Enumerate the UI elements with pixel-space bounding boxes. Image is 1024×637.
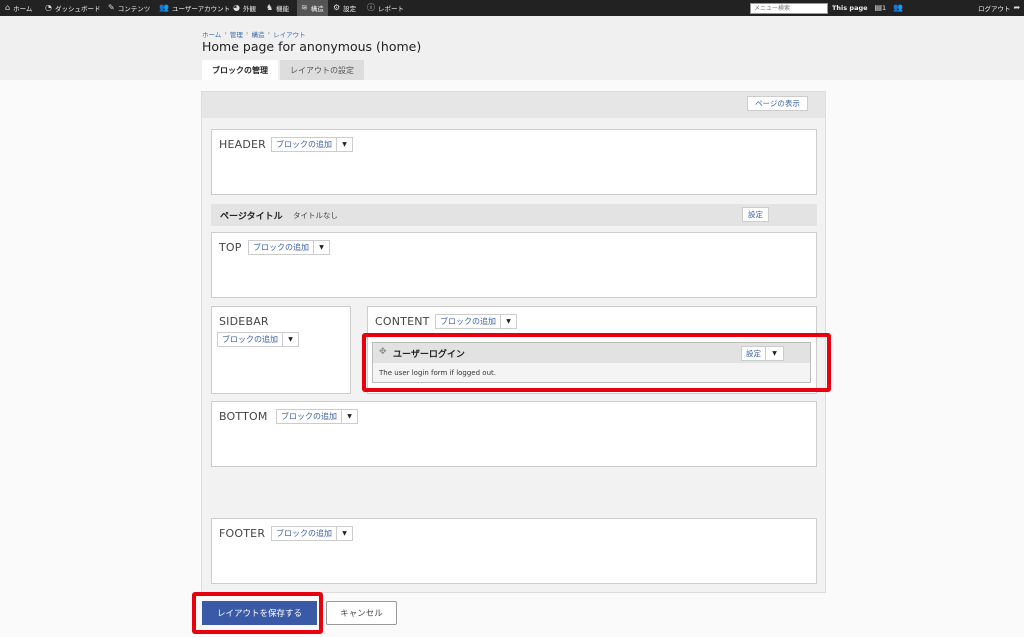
page-title-bar: ページタイトル タイトルなし 設定 [211,204,817,226]
toolbar-user-count[interactable]: 1 👥 [882,0,903,16]
content-add-block-dropdown[interactable]: ブロックの追加 ▼ [435,314,517,329]
page-title: Home page for anonymous (home) [202,39,422,54]
add-block-label: ブロックの追加 [276,529,332,538]
puzzle-icon: ♞ [266,3,274,12]
header-add-block-dropdown[interactable]: ブロックの追加 ▼ [271,137,353,152]
chevron-down-icon[interactable]: ▼ [282,333,298,346]
toolbar-config[interactable]: ⚙ 設定 [333,0,356,16]
toolbar-appearance[interactable]: ◕ 外観 [233,0,256,16]
toolbar-users-label: ユーザーアカウント [171,5,231,13]
region-bottom-title: BOTTOM [219,410,268,423]
toolbar-config-label: 設定 [343,5,357,13]
toolbar-home[interactable]: ⌂ ホーム [5,0,32,16]
toolbar-logout[interactable]: ログアウト ➦ [978,0,1020,16]
this-page-label: This page [832,4,868,12]
region-header: HEADER ブロックの追加 ▼ [211,129,817,195]
layers-icon: ≋ [301,3,308,12]
tab-layout-settings[interactable]: レイアウトの設定 [280,60,364,80]
logout-label: ログアウト [978,5,1011,13]
cancel-button[interactable]: キャンセル [326,601,397,625]
toolbar-extend[interactable]: ♞ 機能 [266,0,289,16]
toolbar-this-page[interactable]: This page ▤ [832,0,882,16]
toolbar-home-label: ホーム [13,5,33,13]
logout-icon: ➦ [1013,3,1021,12]
region-top: TOP ブロックの追加 ▼ [211,232,817,298]
region-header-title: HEADER [219,138,267,151]
toolbar-dashboard[interactable]: ◔ ダッシュボード [45,0,100,16]
add-block-label: ブロックの追加 [253,243,309,252]
toolbar-structure[interactable]: ≋ 構造 [297,0,328,16]
highlight-frame-block [362,333,831,392]
toolbar-structure-label: 構造 [310,5,324,13]
pencil-icon: ✎ [108,3,115,12]
region-content-title: CONTENT [375,315,430,328]
chevron-down-icon[interactable]: ▼ [313,241,329,254]
toolbar-content[interactable]: ✎ コンテンツ [108,0,150,16]
breadcrumb-separator: › [267,29,271,37]
breadcrumb-separator: › [224,29,227,37]
region-bottom: BOTTOM ブロックの追加 ▼ [211,401,817,467]
toolbar-users[interactable]: 👥 ユーザーアカウント [159,0,230,16]
top-add-block-dropdown[interactable]: ブロックの追加 ▼ [248,240,330,255]
add-block-label: ブロックの追加 [281,412,337,421]
document-icon: ▤ [874,3,883,12]
sidebar-add-block-dropdown[interactable]: ブロックの追加 ▼ [217,332,299,347]
home-icon: ⌂ [5,3,11,12]
dashboard-icon: ◔ [45,3,52,12]
add-block-label: ブロックの追加 [222,335,278,344]
user-count: 1 [882,4,887,12]
tab-manage-blocks[interactable]: ブロックの管理 [202,60,278,80]
info-icon: ⓘ [367,3,375,12]
chevron-down-icon[interactable]: ▼ [341,410,357,423]
toolbar-reports-label: レポート [378,5,404,13]
gear-icon: ⚙ [333,3,341,12]
footer-add-block-dropdown[interactable]: ブロックの追加 ▼ [271,526,353,541]
page-title-bar-value: タイトルなし [293,211,338,220]
chevron-down-icon[interactable]: ▼ [336,138,352,151]
toolbar-reports[interactable]: ⓘ レポート [367,0,404,16]
chevron-down-icon[interactable]: ▼ [336,527,352,540]
save-layout-button[interactable]: レイアウトを保存する [202,601,317,625]
palette-icon: ◕ [233,3,240,12]
page-header [0,16,1024,80]
menu-search-input[interactable] [750,3,828,14]
admin-toolbar: ⌂ ホーム ◔ ダッシュボード ✎ コンテンツ 👥 ユーザーアカウント ◕ 外観… [0,0,1024,16]
page-title-configure-button[interactable]: 設定 [742,207,769,222]
toolbar-appearance-label: 外観 [242,5,256,13]
users-icon: 👥 [159,3,169,12]
view-page-button[interactable]: ページの表示 [747,96,808,111]
bottom-add-block-dropdown[interactable]: ブロックの追加 ▼ [276,409,358,424]
toolbar-content-label: コンテンツ [117,5,151,13]
users-count-icon: 👥 [893,3,904,12]
region-top-title: TOP [219,241,242,254]
toolbar-dashboard-label: ダッシュボード [54,5,101,13]
layout-top-strip [202,92,825,118]
page-title-bar-label: ページタイトル [220,212,283,222]
breadcrumb-separator: › [245,29,249,37]
breadcrumb: ホーム › 管理 › 構造 › レイアウト [202,29,306,39]
region-footer-title: FOOTER [219,527,266,540]
toolbar-extend-label: 機能 [276,5,290,13]
region-sidebar-title: SIDEBAR [219,315,269,328]
region-sidebar: SIDEBAR ブロックの追加 ▼ [211,306,351,394]
tabs: ブロックの管理 レイアウトの設定 [202,60,364,80]
breadcrumb-layouts[interactable]: レイアウト [273,29,306,39]
breadcrumb-admin[interactable]: 管理 [230,29,243,39]
add-block-label: ブロックの追加 [440,317,496,326]
breadcrumb-structure[interactable]: 構造 [252,29,265,39]
region-footer: FOOTER ブロックの追加 ▼ [211,518,817,584]
breadcrumb-home[interactable]: ホーム [202,29,221,39]
add-block-label: ブロックの追加 [276,140,332,149]
chevron-down-icon[interactable]: ▼ [500,315,516,328]
